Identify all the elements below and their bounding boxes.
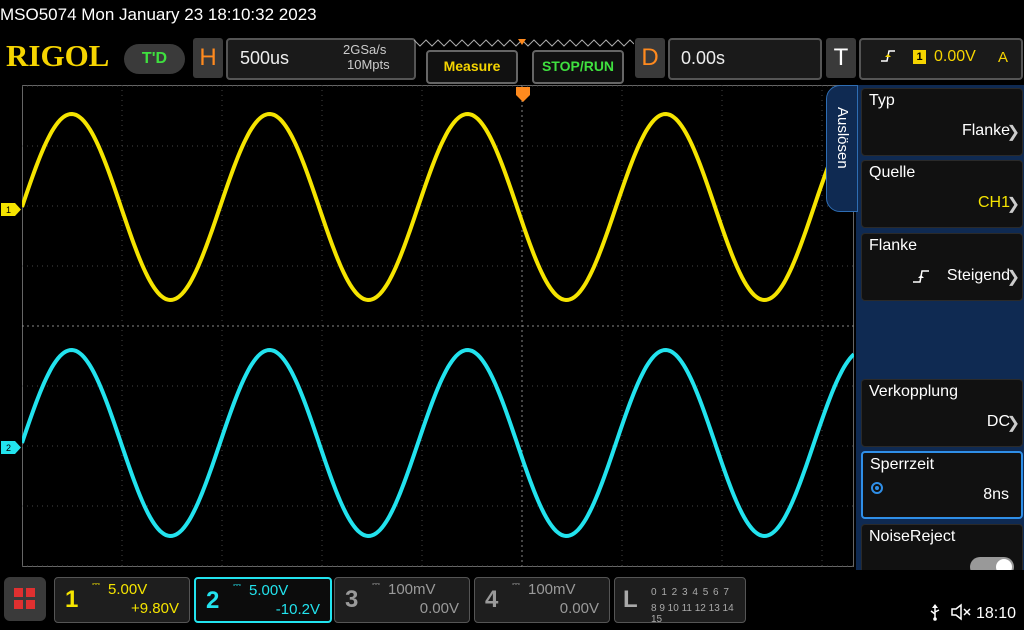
trigger-menu-button[interactable]: T xyxy=(826,38,856,78)
chevron-right-icon: ❯ xyxy=(1006,415,1020,432)
clock: 18:10 xyxy=(976,605,1017,622)
menu-item-type[interactable]: Typ Flanke ❯ xyxy=(861,88,1023,156)
timebase-value: 500us xyxy=(240,48,290,68)
channel-number: 2 xyxy=(206,587,220,614)
grid-menu-icon xyxy=(14,588,35,609)
menu-item-value: 8ns xyxy=(983,486,1009,503)
channel-offset: 0.00V xyxy=(419,600,459,617)
mode-badge: T'D xyxy=(124,44,185,74)
logic-channels-settings[interactable]: L 0 1 2 3 4 5 6 7 8 9 10 11 12 13 14 15 xyxy=(614,577,746,625)
menu-item-label: Verkopplung xyxy=(869,383,958,400)
logic-label: L xyxy=(623,586,638,613)
channel-number: 1 xyxy=(65,586,79,613)
graticule xyxy=(22,85,854,567)
menu-item-label: Quelle xyxy=(869,164,916,181)
trigger-level: 0.00V xyxy=(934,48,976,65)
channel-2-settings[interactable]: 2 ⎓ 5.00V -10.2V xyxy=(194,577,332,623)
menu-item-label: NoiseReject xyxy=(869,528,956,545)
menu-item-edge[interactable]: Flanke Steigend ❯ xyxy=(861,233,1023,301)
memory-depth: 10Mpts xyxy=(347,57,390,72)
dc-coupling-icon: ⎓ xyxy=(372,579,380,590)
logic-row-2: 8 9 10 11 12 13 14 15 xyxy=(651,603,734,625)
delay-menu-button[interactable]: D xyxy=(635,38,665,78)
chevron-right-icon: ❯ xyxy=(1006,196,1020,213)
menu-item-value: Flanke xyxy=(961,122,1010,139)
delay-value: 0.00s xyxy=(681,48,726,68)
menu-item-value: Steigend xyxy=(946,267,1010,284)
dc-coupling-icon: ⎓ xyxy=(233,580,241,591)
trigger-mode: A xyxy=(998,49,1009,66)
rotary-knob-icon xyxy=(871,482,883,494)
dc-coupling-icon: ⎓ xyxy=(92,579,100,590)
rising-edge-icon xyxy=(881,50,895,62)
channel-1-marker-label: 1 xyxy=(6,205,11,215)
rising-edge-icon xyxy=(913,270,929,283)
channel-1-settings[interactable]: 1 ⎓ 5.00V +9.80V xyxy=(54,577,190,623)
channel-offset: 0.00V xyxy=(559,600,599,617)
channel-scale: 100mV xyxy=(388,581,436,598)
menu-item-coupling[interactable]: Verkopplung DC ❯ xyxy=(861,379,1023,447)
measure-button[interactable]: Measure xyxy=(426,50,518,84)
logic-row-1: 0 1 2 3 4 5 6 7 xyxy=(651,587,730,598)
channel-3-settings[interactable]: 3 ⎓ 100mV 0.00V xyxy=(334,577,470,623)
menu-item-label: Sperrzeit xyxy=(870,456,935,473)
menu-item-holdoff[interactable]: Sperrzeit 8ns xyxy=(861,451,1023,519)
menu-item-label: Typ xyxy=(869,92,895,109)
channel-offset: -10.2V xyxy=(275,601,320,618)
channel-scale: 100mV xyxy=(528,581,576,598)
channel-offset: +9.80V xyxy=(131,600,179,617)
svg-text:Auslösen: Auslösen xyxy=(834,107,851,169)
menu-item-value: CH1 xyxy=(977,194,1010,211)
channel-2-offset-marker[interactable]: 2 xyxy=(1,441,21,454)
sample-rate: 2GSa/s xyxy=(343,42,387,57)
channel-1-waveform xyxy=(22,111,854,303)
speaker-muted-icon[interactable] xyxy=(951,603,973,621)
chevron-right-icon: ❯ xyxy=(1006,269,1020,286)
rigol-logo: RIGOL xyxy=(6,38,110,73)
channel-scale: 5.00V xyxy=(249,582,289,599)
app-menu-button[interactable] xyxy=(4,577,46,621)
chevron-right-icon: ❯ xyxy=(1006,124,1020,141)
channel-1-offset-marker[interactable]: 1 xyxy=(1,203,21,216)
stop-run-button[interactable]: STOP/RUN xyxy=(532,50,624,84)
channel-2-waveform xyxy=(22,347,854,539)
menu-tab-title: Auslösen xyxy=(834,107,851,169)
channel-4-settings[interactable]: 4 ⎓ 100mV 0.00V xyxy=(474,577,610,623)
menu-item-source[interactable]: Quelle CH1 ❯ xyxy=(861,160,1023,228)
waveform-display[interactable] xyxy=(22,85,854,567)
trigger-position-strip xyxy=(414,39,634,47)
dc-coupling-icon: ⎓ xyxy=(512,579,520,590)
menu-item-label: Flanke xyxy=(869,237,918,254)
channel-number: 4 xyxy=(485,586,499,613)
title-text: MSO5074 Mon January 23 18:10:32 2023 xyxy=(0,5,317,24)
trigger-position-marker[interactable] xyxy=(516,87,530,102)
trigger-source-badge: 1 xyxy=(913,50,926,64)
channel-number: 3 xyxy=(345,586,359,613)
usb-icon xyxy=(930,604,940,621)
channel-2-marker-label: 2 xyxy=(6,443,11,453)
channel-scale: 5.00V xyxy=(108,581,148,598)
horizontal-menu-button[interactable]: H xyxy=(193,38,223,78)
